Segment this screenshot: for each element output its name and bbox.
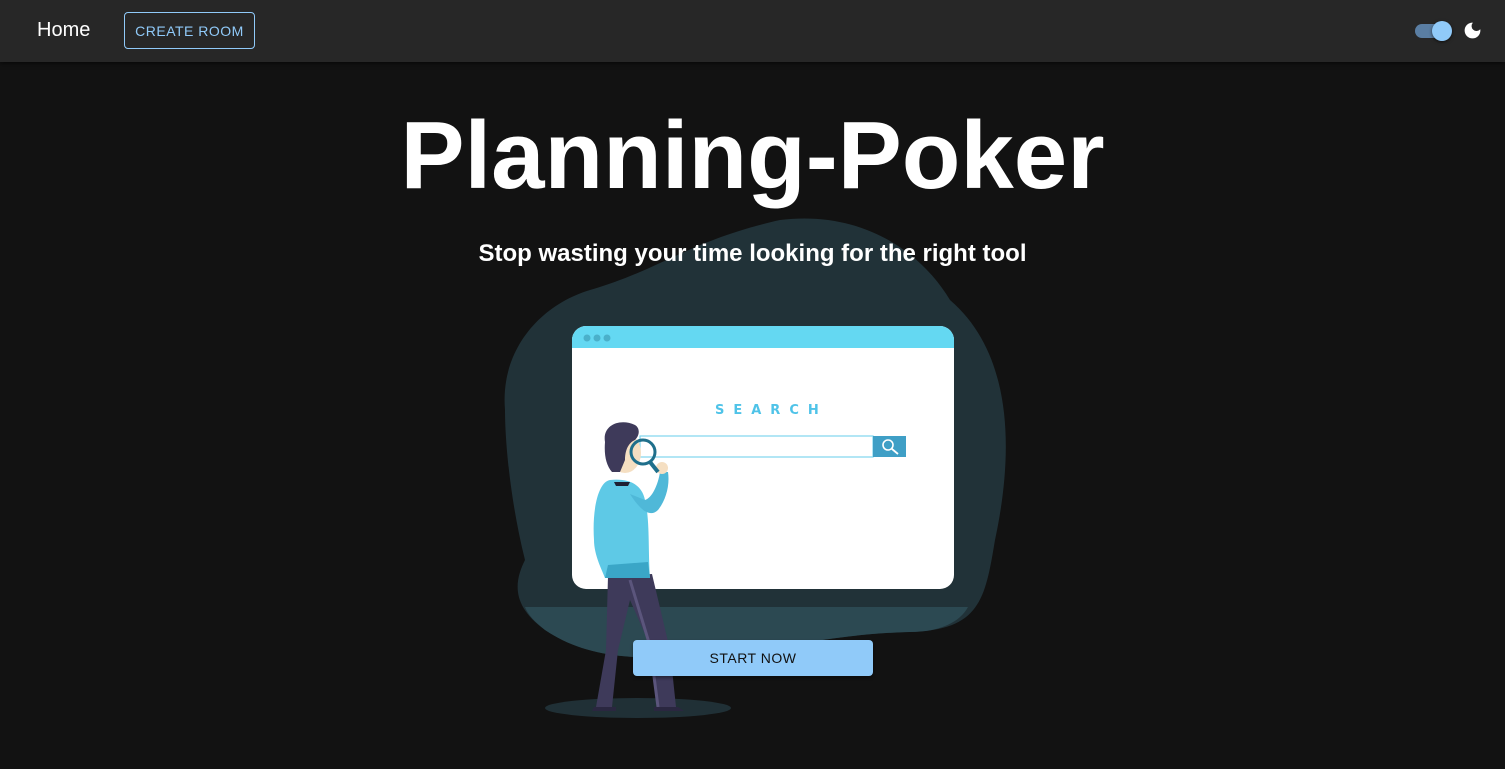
window-dot (593, 334, 601, 342)
search-button (873, 436, 906, 457)
search-field (639, 435, 874, 458)
app-bar: Home CREATE ROOM (0, 0, 1505, 62)
ground-shadow (545, 698, 731, 718)
start-now-button[interactable]: START NOW (633, 640, 873, 676)
create-room-button[interactable]: CREATE ROOM (124, 12, 255, 49)
home-link[interactable]: Home (37, 17, 90, 43)
toggle-thumb (1432, 21, 1452, 41)
page-title: Planning-Poker (400, 102, 1105, 209)
window-dot (583, 334, 591, 342)
window-dot (603, 334, 611, 342)
page-subtitle: Stop wasting your time looking for the r… (478, 240, 1027, 267)
moon-icon (1464, 22, 1481, 39)
browser-header (572, 326, 954, 348)
search-label: SEARCH (715, 403, 828, 418)
theme-toggle[interactable] (1414, 19, 1454, 43)
